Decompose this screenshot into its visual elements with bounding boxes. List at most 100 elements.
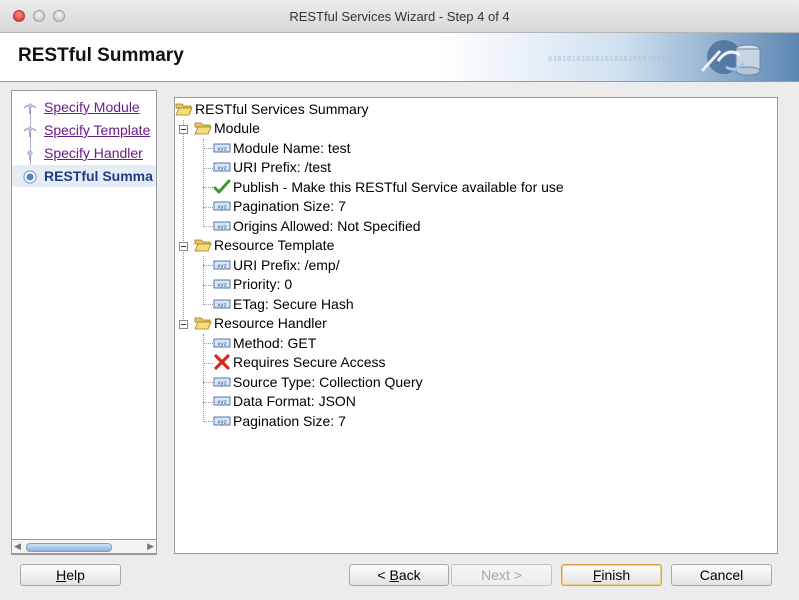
tree-leaf-label: Requires Secure Access: [233, 354, 386, 370]
tree-leaf-label: Pagination Size: 7: [233, 198, 346, 214]
open-folder-icon: [175, 103, 193, 116]
step-label: RESTful Summa: [44, 168, 153, 184]
tree-leaf-label: Source Type: Collection Query: [233, 374, 423, 390]
field-icon: xyz: [213, 201, 231, 211]
back-mnemonic: B: [389, 567, 399, 583]
tree-guide-line: [203, 382, 213, 383]
window-title: RESTful Services Wizard - Step 4 of 4: [289, 9, 510, 24]
header-banner: RESTful Summary 010101010101010101010101…: [0, 33, 799, 82]
tree-node-label: Resource Template: [214, 237, 335, 253]
scroll-right-arrow-icon[interactable]: ▶: [147, 540, 154, 553]
summary-tree: RESTful Services Summary Module xyz Modu…: [174, 97, 778, 554]
tree-guide-line: [203, 334, 204, 422]
title-bar: RESTful Services Wizard - Step 4 of 4: [0, 0, 799, 33]
checkmark-icon: [213, 179, 231, 194]
field-icon: xyz: [213, 299, 231, 309]
field-icon: xyz: [213, 416, 231, 426]
step-specify-template[interactable]: Specify Template: [12, 119, 156, 141]
tree-node-label: Resource Handler: [214, 315, 327, 331]
rest-services-logo-icon: [700, 40, 761, 76]
tree-guide-line: [203, 402, 213, 403]
help-button[interactable]: Help: [20, 564, 121, 586]
tree-guide-line: [183, 120, 184, 325]
field-icon: xyz: [213, 221, 231, 231]
back-prefix: <: [377, 567, 390, 583]
tree-guide-line: [203, 363, 213, 364]
open-folder-icon: [194, 317, 212, 330]
tree-guide-line: [203, 187, 213, 188]
help-mnemonic: H: [56, 567, 67, 583]
tree-guide-line: [203, 343, 213, 344]
tree-node-label: Module: [214, 120, 260, 136]
current-step-icon: [23, 170, 37, 184]
tree-guide-line: [203, 139, 204, 227]
scrollbar-thumb[interactable]: [26, 543, 112, 552]
visited-step-icon: [27, 150, 33, 160]
tree-guide-line: [203, 207, 213, 208]
page-title: RESTful Summary: [18, 45, 184, 66]
cross-icon: [214, 354, 230, 370]
field-icon: xyz: [213, 279, 231, 289]
wizard-window: RESTful Services Wizard - Step 4 of 4 RE…: [0, 0, 799, 600]
svg-text:xyz: xyz: [217, 283, 227, 289]
step-label: Specify Handler: [44, 145, 143, 161]
next-label: Next >: [481, 567, 522, 583]
next-button[interactable]: Next >: [451, 564, 552, 586]
svg-text:xyz: xyz: [217, 400, 227, 406]
field-icon: xyz: [213, 377, 231, 387]
tree-leaf-label: Method: GET: [233, 335, 317, 351]
tree-guide-line: [203, 256, 204, 305]
svg-text:xyz: xyz: [217, 342, 227, 348]
help-label-rest: elp: [66, 567, 85, 583]
step-specify-handler[interactable]: Specify Handler: [12, 142, 156, 164]
tree-leaf-label: Pagination Size: 7: [233, 413, 346, 429]
tree-leaf-label: ETag: Secure Hash: [233, 296, 354, 312]
wizard-steps-panel: Specify Module Specify Template Specify …: [11, 90, 157, 555]
svg-text:xyz: xyz: [217, 147, 227, 153]
cancel-button[interactable]: Cancel: [671, 564, 772, 586]
svg-text:xyz: xyz: [217, 225, 227, 231]
open-folder-icon: [194, 239, 212, 252]
back-label-rest: ack: [398, 567, 421, 583]
visited-step-icon: [23, 126, 37, 137]
svg-text:xyz: xyz: [217, 166, 227, 172]
field-icon: xyz: [213, 260, 231, 270]
tree-guide-line: [203, 168, 213, 169]
collapse-toggle[interactable]: [179, 242, 188, 251]
tree-leaf-label: URI Prefix: /test: [233, 159, 332, 175]
field-icon: xyz: [213, 338, 231, 348]
binary-decoration: 0101010101010101010101010101: [548, 55, 681, 63]
svg-text:xyz: xyz: [217, 381, 227, 387]
cancel-label: Cancel: [699, 567, 744, 583]
tree-guide-line: [203, 148, 213, 149]
tree-guide-line: [203, 226, 213, 227]
tree-guide-line: [203, 265, 213, 266]
tree-leaf-label: Module Name: test: [233, 140, 351, 156]
visited-step-icon: [23, 103, 37, 114]
field-icon: xyz: [213, 396, 231, 406]
svg-text:xyz: xyz: [217, 264, 227, 270]
steps-horizontal-scrollbar[interactable]: ◀ ▶: [11, 539, 157, 554]
collapse-toggle[interactable]: [179, 320, 188, 329]
tree-leaf-label: URI Prefix: /emp/: [233, 257, 340, 273]
step-label: Specify Module: [44, 99, 140, 115]
tree-leaf-label: Priority: 0: [233, 276, 293, 292]
tree-leaf-label: Origins Allowed: Not Specified: [233, 218, 421, 234]
collapse-toggle[interactable]: [179, 125, 188, 134]
tree-leaf-label: Publish - Make this RESTful Service avai…: [233, 179, 564, 195]
svg-text:xyz: xyz: [217, 303, 227, 309]
step-restful-summary[interactable]: RESTful Summa: [12, 165, 156, 187]
tree-guide-line: [203, 421, 213, 422]
tree-guide-line: [203, 304, 213, 305]
finish-label-rest: inish: [601, 567, 631, 583]
tree-leaf-label: Data Format: JSON: [233, 393, 356, 409]
field-icon: xyz: [213, 162, 231, 172]
finish-button[interactable]: Finish: [561, 564, 662, 586]
step-label: Specify Template: [44, 122, 151, 138]
scroll-left-arrow-icon[interactable]: ◀: [14, 540, 21, 553]
back-button[interactable]: < Back: [349, 564, 449, 586]
tree-guide-line: [203, 285, 213, 286]
step-specify-module[interactable]: Specify Module: [12, 96, 156, 118]
svg-text:xyz: xyz: [217, 420, 227, 426]
open-folder-icon: [194, 122, 212, 135]
